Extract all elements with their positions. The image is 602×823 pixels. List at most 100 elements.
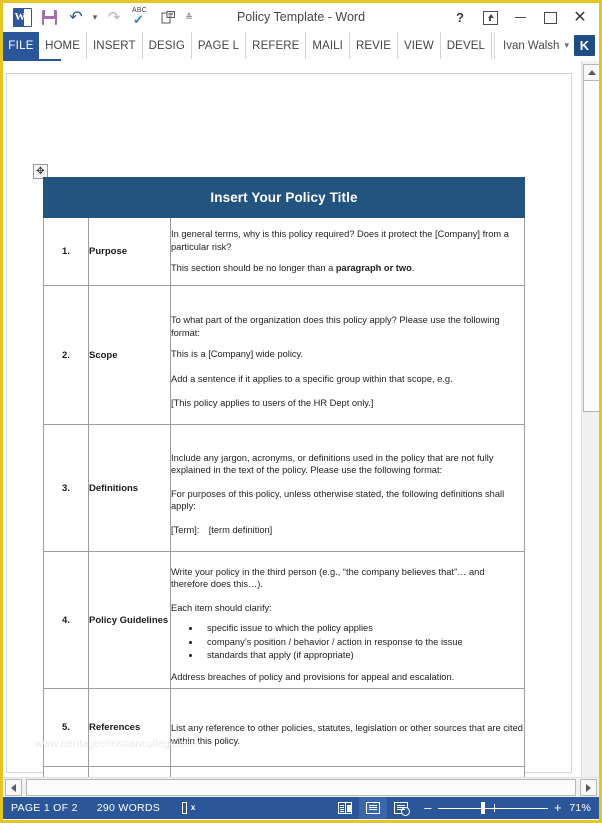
table-row: 5. References List any reference to othe…	[43, 688, 525, 767]
row-number: 1.	[43, 217, 89, 286]
paragraph: [Term]: [term definition]	[171, 524, 273, 535]
vertical-scrollbar-track[interactable]	[582, 412, 599, 777]
row-label: Policy Guidelines	[88, 551, 171, 689]
list-item: standards that apply (if appropriate)	[201, 649, 524, 662]
paragraph: This section should be no longer than a …	[171, 262, 524, 275]
page-indicator[interactable]: PAGE 1 OF 2	[11, 802, 87, 814]
row-body[interactable]: To what part of the organization does th…	[170, 285, 525, 425]
undo-dropdown-caret-icon[interactable]: ▾	[90, 6, 100, 30]
title-bar: W ↶ ▾ ↷ ABC✓ ≙ Policy Template - Word ?	[3, 3, 599, 32]
zoom-slider-thumb[interactable]	[480, 802, 485, 814]
paragraph-text: This section should be no longer than a	[171, 263, 336, 274]
tab-mailings[interactable]: MAILI	[306, 32, 350, 59]
row-number: 2.	[43, 285, 89, 425]
print-preview-icon[interactable]	[155, 6, 181, 30]
row-body[interactable]: Write your policy in the third person (e…	[170, 551, 525, 689]
table-row-title: Insert Your Policy Title	[43, 177, 525, 218]
redo-icon[interactable]: ↷	[101, 6, 127, 30]
row-body[interactable]: As policies may be supported through pro…	[170, 766, 525, 777]
horizontal-scrollbar[interactable]	[3, 777, 599, 797]
zoom-in-button[interactable]: +	[551, 801, 565, 814]
web-layout-view-button[interactable]	[387, 797, 415, 819]
tab-insert[interactable]: INSERT	[87, 32, 143, 59]
paragraph: To what part of the organization does th…	[171, 315, 500, 338]
bullet-list: specific issue to which the policy appli…	[171, 622, 524, 662]
status-bar-right: – + 71%	[331, 797, 599, 819]
tab-page-layout[interactable]: PAGE L	[192, 32, 247, 59]
proofing-errors-icon[interactable]: x	[175, 797, 201, 819]
save-icon[interactable]	[36, 6, 62, 30]
document-page[interactable]: ✥ Insert Your Policy Title 1. Purpose In…	[6, 73, 572, 777]
policy-title-cell[interactable]: Insert Your Policy Title	[43, 177, 525, 218]
paragraph: [This policy applies to users of the HR …	[171, 398, 374, 409]
vertical-scrollbar[interactable]	[581, 61, 599, 777]
zoom-level-label[interactable]: 71%	[565, 802, 591, 814]
zoom-slider[interactable]	[438, 802, 548, 814]
print-layout-view-button[interactable]	[359, 797, 387, 819]
customize-quick-access-toolbar-icon[interactable]: ≙	[182, 6, 196, 30]
list-item: company’s position / behavior / action i…	[201, 636, 524, 649]
user-name-label: Ivan Walsh	[503, 39, 560, 52]
word-application-window: W ↶ ▾ ↷ ABC✓ ≙ Policy Template - Word ?	[0, 0, 602, 823]
row-body[interactable]: In general terms, why is this policy req…	[170, 217, 525, 286]
row-body[interactable]: Include any jargon, acronyms, or definit…	[170, 424, 525, 552]
row-number: 6.	[43, 766, 89, 777]
zoom-control: – + 71%	[415, 801, 599, 814]
list-item: specific issue to which the policy appli…	[201, 622, 524, 635]
scroll-left-button[interactable]	[5, 779, 22, 796]
paragraph: This is a [Company] wide policy.	[171, 349, 304, 360]
tab-review[interactable]: REVIE	[350, 32, 398, 59]
quick-access-toolbar: W ↶ ▾ ↷ ABC ✓ ≙	[3, 6, 196, 30]
read-mode-view-button[interactable]	[331, 797, 359, 819]
page-watermark: www.heritagechristiancollege.com	[35, 738, 200, 750]
ribbon-display-options-icon[interactable]	[475, 3, 505, 32]
tab-home[interactable]: HOME	[39, 32, 87, 59]
paragraph: Each item should clarify:	[171, 602, 272, 613]
zoom-slider-tick	[494, 804, 496, 812]
zoom-out-button[interactable]: –	[421, 801, 435, 814]
ribbon-tab-bar: FILE HOME INSERT DESIG PAGE L REFERE MAI…	[3, 32, 599, 59]
policy-template-table: Insert Your Policy Title 1. Purpose In g…	[43, 177, 525, 777]
tab-developer[interactable]: DEVEL	[441, 32, 492, 59]
minimize-button[interactable]	[505, 3, 535, 32]
table-row: 2. Scope To what part of the organizatio…	[43, 285, 525, 425]
row-body[interactable]: List any reference to other policies, st…	[170, 688, 525, 767]
account-chevron-down-icon[interactable]: ▾	[564, 40, 569, 51]
tab-file[interactable]: FILE	[3, 32, 40, 59]
horizontal-scrollbar-thumb[interactable]	[26, 779, 576, 796]
scroll-right-button[interactable]	[580, 779, 597, 796]
close-button[interactable]: ✕	[565, 3, 595, 32]
zoom-slider-track	[438, 808, 548, 810]
status-bar: PAGE 1 OF 2 290 WORDS x – + 71%	[3, 797, 599, 819]
document-canvas[interactable]: ✥ Insert Your Policy Title 1. Purpose In…	[3, 61, 581, 777]
row-label: References	[88, 688, 171, 767]
help-button[interactable]: ?	[445, 3, 475, 32]
vertical-scrollbar-thumb[interactable]	[583, 80, 599, 412]
status-bar-left: PAGE 1 OF 2 290 WORDS x	[3, 797, 201, 819]
spelling-check-icon[interactable]: ABC ✓	[128, 6, 154, 30]
tab-references[interactable]: REFERE	[246, 32, 307, 59]
scroll-up-button[interactable]	[583, 64, 599, 81]
paragraph: Address breaches of policy and provision…	[171, 671, 455, 682]
table-row: 1. Purpose In general terms, why is this…	[43, 217, 525, 286]
paragraph: List any reference to other policies, st…	[171, 723, 523, 746]
row-label: Purpose	[88, 217, 171, 286]
row-label: Definitions	[88, 424, 171, 552]
undo-icon[interactable]: ↶	[63, 6, 89, 30]
paragraph: Include any jargon, acronyms, or definit…	[171, 452, 494, 476]
word-count[interactable]: 290 WORDS	[87, 802, 169, 814]
paragraph: Write your policy in the third person (e…	[171, 566, 485, 590]
avatar[interactable]: K	[574, 35, 595, 56]
tab-design[interactable]: DESIG	[143, 32, 192, 59]
paragraph: In general terms, why is this policy req…	[171, 229, 509, 252]
paragraph: Add a sentence if it applies to a specif…	[171, 373, 453, 384]
row-number: 4.	[43, 551, 89, 689]
tab-view[interactable]: VIEW	[398, 32, 441, 59]
ribbon-tabs: HOME INSERT DESIG PAGE L REFERE MAILI RE…	[39, 32, 492, 59]
window-controls: ? ✕	[445, 3, 595, 32]
maximize-button[interactable]	[535, 3, 565, 32]
row-label: Scope	[88, 285, 171, 425]
table-row: 6. Appendices As policies may be support…	[43, 766, 525, 777]
user-account[interactable]: Ivan Walsh ▾ K	[494, 32, 599, 59]
word-logo-icon: W	[9, 6, 35, 30]
